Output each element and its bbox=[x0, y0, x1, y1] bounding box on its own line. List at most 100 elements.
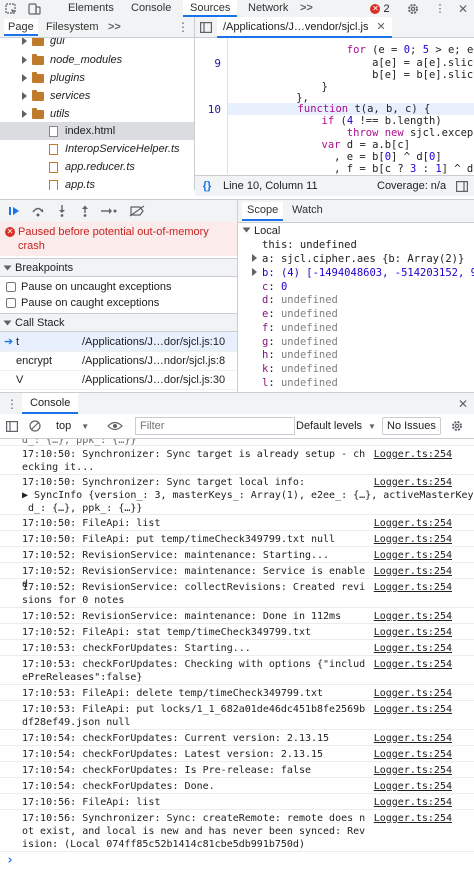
log-source-link[interactable]: Logger.ts:254 bbox=[374, 517, 452, 530]
more-tabs-button[interactable]: >> bbox=[300, 0, 313, 17]
console-message: 17:10:56: Synchronizer: Sync: createRemo… bbox=[0, 810, 474, 852]
collapse-arrow-icon[interactable] bbox=[3, 265, 12, 270]
line-number[interactable]: 9 bbox=[214, 57, 221, 70]
tree-folder-node-modules[interactable]: node_modules bbox=[22, 51, 122, 69]
log-source-link[interactable]: Logger.ts:254 bbox=[374, 448, 452, 461]
tab-scope[interactable]: Scope bbox=[242, 202, 284, 221]
tree-file-app-reducer[interactable]: app.reducer.ts bbox=[49, 158, 135, 176]
tab-sources[interactable]: Sources bbox=[183, 0, 238, 17]
tree-file-app-ts[interactable]: app.ts bbox=[49, 176, 95, 190]
settings-gear-icon[interactable] bbox=[406, 2, 420, 15]
pause-caught-option[interactable]: Pause on caught exceptions bbox=[0, 295, 237, 311]
console-message: 17:10:52: RevisionService: collectRevisi… bbox=[0, 579, 474, 608]
scope-var-b[interactable]: b: (4) [-1494048603, -514203152, 9891 bbox=[252, 267, 474, 279]
device-toolbar-icon[interactable] bbox=[27, 2, 41, 15]
more-options-icon[interactable]: ⋮ bbox=[432, 2, 448, 15]
log-source-link[interactable]: Logger.ts:254 bbox=[374, 565, 452, 578]
expand-arrow-icon[interactable] bbox=[22, 56, 27, 64]
console-prompt[interactable]: › bbox=[6, 852, 466, 868]
pretty-print-icon[interactable]: {} bbox=[199, 179, 215, 193]
close-tab-icon[interactable]: ✕ bbox=[377, 20, 386, 33]
log-source-link[interactable]: Logger.ts:254 bbox=[374, 764, 452, 777]
expand-arrow-icon[interactable] bbox=[22, 92, 27, 100]
tree-folder-services[interactable]: services bbox=[22, 87, 90, 105]
expand-arrow-icon[interactable] bbox=[22, 74, 27, 82]
call-stack-header[interactable]: Call Stack bbox=[0, 313, 237, 332]
drawer-tabbar: ⋮ Console ✕ bbox=[0, 392, 474, 415]
scope-local-header[interactable]: Local bbox=[242, 225, 280, 237]
tab-page[interactable]: Page bbox=[4, 19, 38, 36]
step-out-icon[interactable] bbox=[77, 204, 93, 218]
log-source-link[interactable]: Logger.ts:254 bbox=[374, 476, 452, 489]
expand-arrow-icon[interactable] bbox=[252, 268, 257, 276]
log-source-link[interactable]: Logger.ts:254 bbox=[374, 642, 452, 655]
log-source-link[interactable]: Logger.ts:254 bbox=[374, 703, 452, 716]
log-source-link[interactable]: Logger.ts:254 bbox=[374, 748, 452, 761]
inspect-element-icon[interactable] bbox=[4, 2, 18, 15]
log-source-link[interactable]: Logger.ts:254 bbox=[374, 812, 452, 825]
log-source-link[interactable]: Logger.ts:254 bbox=[374, 796, 452, 809]
log-source-link[interactable]: Logger.ts:254 bbox=[374, 780, 452, 793]
step-into-icon[interactable] bbox=[54, 204, 70, 218]
issues-button[interactable]: No Issues bbox=[382, 417, 441, 435]
call-frame-t[interactable]: ➔ t /Applications/J…dor/sjcl.js:10 bbox=[0, 332, 237, 352]
dropdown-arrow-icon: ▼ bbox=[81, 421, 90, 431]
pause-uncaught-checkbox[interactable] bbox=[6, 282, 16, 292]
toggle-navigator-icon[interactable] bbox=[199, 20, 213, 34]
deactivate-breakpoints-icon[interactable] bbox=[128, 204, 146, 218]
log-source-link[interactable]: Logger.ts:254 bbox=[374, 581, 452, 594]
expand-arrow-icon[interactable] bbox=[22, 110, 27, 118]
expand-arrow-icon[interactable] bbox=[252, 254, 257, 262]
expand-arrow-icon[interactable] bbox=[22, 38, 27, 45]
log-source-link[interactable]: Logger.ts:254 bbox=[374, 732, 452, 745]
debugger-toolbar bbox=[0, 199, 238, 223]
step-over-icon[interactable] bbox=[30, 204, 46, 218]
tab-network[interactable]: Network bbox=[248, 0, 288, 17]
log-source-link[interactable]: Logger.ts:254 bbox=[374, 626, 452, 639]
navigator-more-button[interactable]: >> bbox=[108, 19, 121, 36]
editor-file-tab[interactable]: /Applications/J…vendor/sjcl.js ✕ bbox=[217, 17, 392, 38]
tree-folder-plugins[interactable]: plugins bbox=[22, 69, 85, 87]
console-filter-input[interactable] bbox=[135, 417, 295, 435]
call-frame-v[interactable]: V /Applications/J…dor/sjcl.js:30 bbox=[0, 370, 237, 390]
error-counter[interactable]: ✕ 2 bbox=[366, 2, 394, 15]
tab-console[interactable]: Console bbox=[131, 0, 171, 17]
tab-filesystem[interactable]: Filesystem bbox=[46, 19, 99, 36]
tree-file-interop[interactable]: InteropServiceHelper.ts bbox=[49, 140, 180, 158]
context-selector[interactable]: top ▼ bbox=[56, 418, 89, 434]
line-number[interactable]: 10 bbox=[208, 103, 221, 116]
collapse-arrow-icon[interactable] bbox=[3, 320, 12, 325]
resume-icon[interactable] bbox=[6, 204, 22, 218]
line-gutter[interactable]: 9 10 bbox=[195, 38, 228, 174]
breakpoints-header[interactable]: Breakpoints bbox=[0, 258, 237, 277]
tab-watch[interactable]: Watch bbox=[292, 202, 323, 219]
drawer-menu-icon[interactable]: ⋮ bbox=[6, 397, 18, 411]
log-levels-dropdown[interactable]: Default levels ▼ bbox=[296, 418, 376, 434]
navigator-menu-icon[interactable]: ⋮ bbox=[176, 20, 190, 34]
step-icon[interactable] bbox=[100, 204, 118, 218]
collapse-arrow-icon[interactable] bbox=[242, 227, 251, 233]
log-source-link[interactable]: Logger.ts:254 bbox=[374, 549, 452, 562]
clear-console-icon[interactable] bbox=[28, 419, 42, 433]
call-frame-encrypt[interactable]: encrypt /Applications/J…ndor/sjcl.js:8 bbox=[0, 351, 237, 371]
log-source-link[interactable]: Logger.ts:254 bbox=[374, 533, 452, 546]
drawer-tab-console[interactable]: Console bbox=[22, 393, 79, 414]
tree-folder-gui[interactable]: gui bbox=[22, 38, 65, 50]
pause-uncaught-option[interactable]: Pause on uncaught exceptions bbox=[0, 279, 237, 295]
close-devtools-icon[interactable]: ✕ bbox=[455, 2, 471, 16]
scope-var-a[interactable]: a: sjcl.cipher.aes {b: Array(2)} bbox=[252, 253, 464, 265]
tab-elements[interactable]: Elements bbox=[68, 0, 114, 17]
console-settings-gear-icon[interactable] bbox=[450, 419, 464, 433]
console-sidebar-icon[interactable] bbox=[5, 419, 19, 433]
tree-folder-utils[interactable]: utils bbox=[22, 105, 70, 123]
pause-caught-checkbox[interactable] bbox=[6, 298, 16, 308]
live-expression-eye-icon[interactable] bbox=[106, 419, 124, 433]
toggle-debugger-sidebar-icon[interactable] bbox=[455, 179, 469, 193]
console-message: 17:10:50: FileApi: list Logger.ts:254 bbox=[0, 515, 474, 531]
tree-file-index-html[interactable]: index.html bbox=[0, 122, 194, 140]
log-source-link[interactable]: Logger.ts:254 bbox=[374, 610, 452, 623]
log-source-link[interactable]: Logger.ts:254 bbox=[374, 658, 452, 671]
close-drawer-icon[interactable]: ✕ bbox=[456, 397, 470, 411]
code-editor[interactable]: 9 10 for (e = 0; 5 > e; e++) a[e] = a[e]… bbox=[195, 38, 474, 174]
log-source-link[interactable]: Logger.ts:254 bbox=[374, 687, 452, 700]
